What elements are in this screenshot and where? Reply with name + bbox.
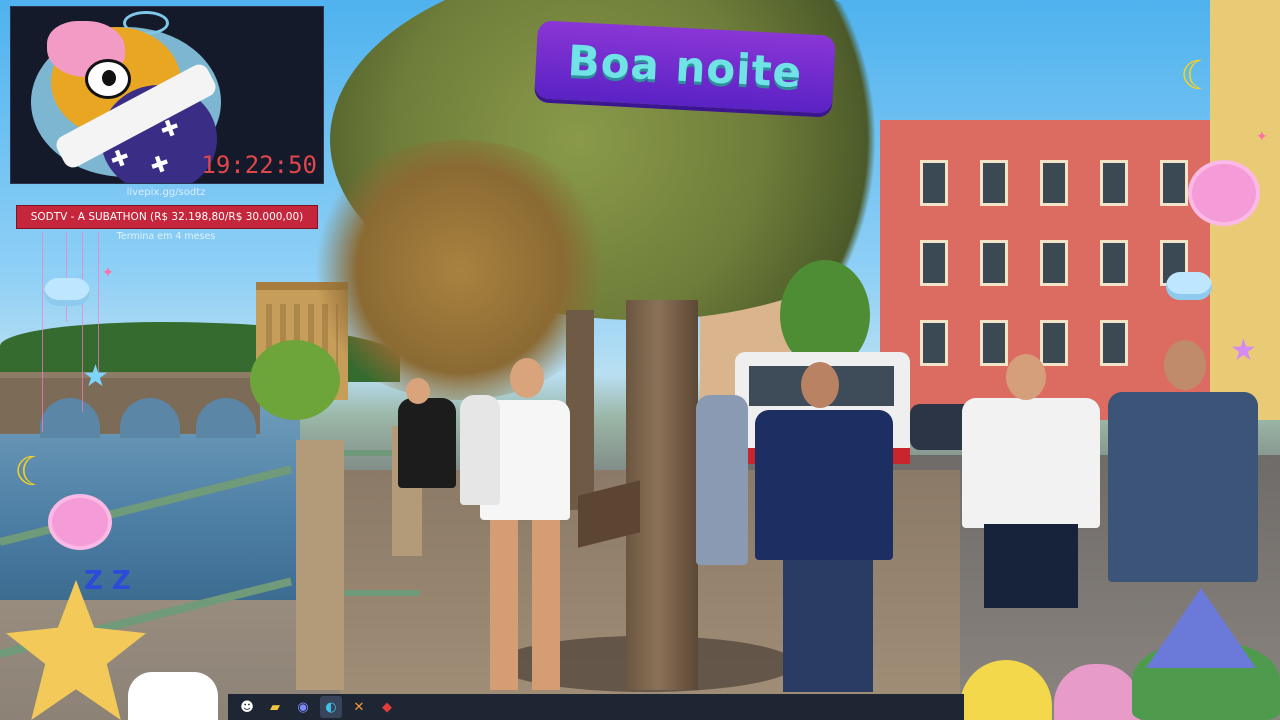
background-pedestrians [696,395,748,565]
stone-bridge [0,372,260,438]
wizard-frog-sticker [1132,588,1280,720]
photographer [398,378,456,488]
hanging-string [66,232,67,322]
red-app-icon[interactable]: ◆ [376,696,398,718]
greeting-banner: Boa noite [534,20,836,114]
wizard-hat-icon [1146,588,1256,668]
subathon-timer: 19:22:50 [201,151,317,179]
tools-app-icon[interactable]: ✕ [348,696,370,718]
donation-url: livepix.gg/sodtz [126,187,206,198]
greeting-banner-text: Boa noite [566,35,804,98]
goal-subtext: Termina em 4 meses [116,231,216,242]
sleep-z-icon: Z Z [84,566,131,596]
cloud-icon [44,278,90,306]
discord-icon[interactable]: ◉ [292,696,314,718]
edge-browser-icon[interactable]: ◐ [320,696,342,718]
moon-icon: ☾ [1180,53,1216,99]
pink-flower-icon [1192,164,1256,222]
star-icon: ★ [82,359,109,394]
sparkle-icon: ✦ [1256,129,1268,145]
sparkle-icon: ✦ [102,265,114,281]
background-pedestrian [460,395,500,505]
hanging-string [42,232,43,432]
pedestrian-man-blue-shirt [1108,340,1258,582]
windows-taskbar: ☻ ▰ ◉ ◐ ✕ ◆ [228,694,964,720]
pedestrian-man-navy-shirt [755,362,893,692]
cloud-icon [1166,272,1212,300]
pedestrian-man-white-shirt [962,354,1100,608]
star-body [6,580,146,720]
star-icon: ★ [1230,333,1257,368]
pink-flower-icon [52,498,108,546]
emoji-app-icon[interactable]: ☻ [236,696,258,718]
tree-canopy [250,340,340,420]
streamer-avatar-panel: ✚ ✚ ✚ 19:22:50 [10,6,324,184]
tree-trunk-back [566,310,594,510]
subathon-goal-bar: SODTV - A SUBATHON (R$ 32.198,80/R$ 30.0… [16,205,318,229]
hanging-string [98,232,99,372]
file-explorer-icon[interactable]: ▰ [264,696,286,718]
avatar-eye-icon [85,59,131,99]
moon-icon: ☾ [14,449,50,495]
white-bunny-sticker [128,672,218,720]
